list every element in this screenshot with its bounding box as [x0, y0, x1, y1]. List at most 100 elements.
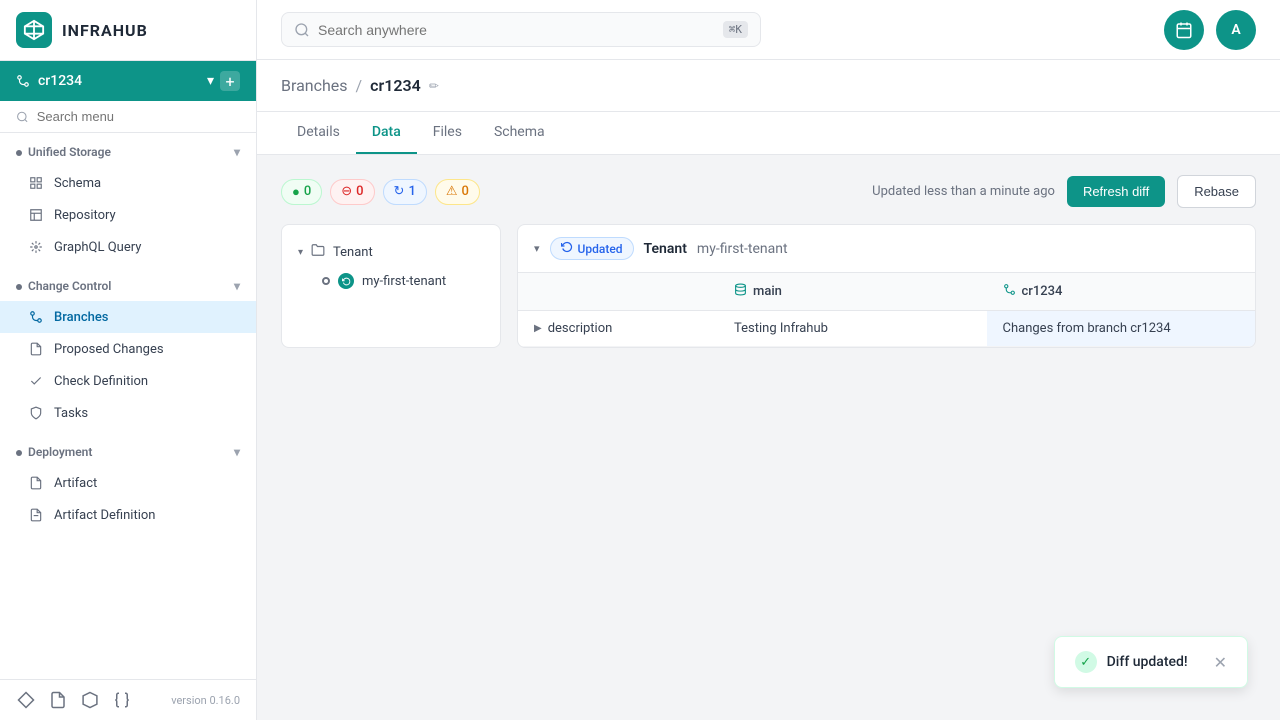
diff-table: main cr1234 ▶	[518, 273, 1255, 347]
cell-main-description: Testing Infrahub	[718, 311, 987, 346]
section-change-control: Change Control ▾ Branches Proposed Chang…	[0, 267, 256, 433]
hexagon-icon[interactable]	[80, 690, 100, 710]
section-header-unified-storage: Unified Storage ▾	[0, 137, 256, 167]
sidebar-item-artifact[interactable]: Artifact	[0, 467, 256, 499]
breadcrumb-edit-icon[interactable]: ✏	[429, 79, 439, 93]
branch-selector[interactable]: cr1234 ▾ +	[0, 61, 256, 101]
sidebar-footer-icons	[16, 690, 132, 710]
folder-icon	[311, 243, 325, 261]
sidebar-item-branches[interactable]: Branches	[0, 301, 256, 333]
diamond-icon[interactable]	[16, 690, 36, 710]
added-icon: ●	[292, 184, 300, 200]
badge-conflict: ⚠ 0	[435, 179, 480, 205]
search-menu-input[interactable]	[37, 109, 240, 124]
branches-icon	[28, 309, 44, 325]
tabs: Details Data Files Schema	[257, 112, 1280, 155]
branch-value: Changes from branch cr1234	[1003, 321, 1171, 336]
proposed-icon	[28, 341, 44, 357]
field-label: description	[548, 321, 613, 336]
navbar-search-input[interactable]	[318, 22, 715, 38]
diff-panels: ▾ Tenant my-first-tenant	[281, 224, 1256, 348]
schema-icon	[28, 175, 44, 191]
sidebar-item-tasks[interactable]: Tasks	[0, 397, 256, 429]
col-main: main	[718, 273, 987, 310]
sidebar-footer: version 0.16.0	[0, 679, 256, 720]
diff-actions: Updated less than a minute ago Refresh d…	[872, 175, 1256, 208]
section-unified-storage: Unified Storage ▾ Schema Repository Gra	[0, 133, 256, 267]
badge-updated: ↻ 1	[383, 179, 427, 205]
updated-count: 1	[408, 184, 415, 199]
tab-data[interactable]: Data	[356, 112, 417, 154]
sidebar-item-repository[interactable]: Repository	[0, 199, 256, 231]
toast-close-button[interactable]: ✕	[1214, 653, 1227, 672]
tab-details[interactable]: Details	[281, 112, 356, 154]
section-collapse-change[interactable]: ▾	[234, 279, 240, 293]
diff-status-label: Updated	[578, 242, 623, 256]
section-collapse-deployment[interactable]: ▾	[234, 445, 240, 459]
diff-status-badge: Updated	[550, 237, 634, 260]
cell-field-description: ▶ description	[518, 311, 718, 346]
artifact-def-icon	[28, 507, 44, 523]
navbar-search-bar[interactable]: ⌘K	[281, 12, 761, 47]
check-icon	[28, 373, 44, 389]
diff-detail-panel: ▾ Updated Tenant my-first-tenant	[517, 224, 1256, 348]
rebase-button[interactable]: Rebase	[1177, 175, 1256, 208]
navbar-search-icon	[294, 22, 310, 38]
main-content: ⌘K A Branches / cr1234 ✏ Details Data Fi…	[257, 0, 1280, 720]
user-avatar[interactable]: A	[1216, 10, 1256, 50]
badge-added: ● 0	[281, 179, 322, 205]
logo-icon	[16, 12, 52, 48]
badge-removed: ⊖ 0	[330, 179, 374, 205]
main-value: Testing Infrahub	[734, 321, 828, 336]
removed-icon: ⊖	[341, 184, 352, 199]
braces-icon[interactable]	[112, 690, 132, 710]
version-text: version 0.16.0	[171, 694, 240, 707]
breadcrumb: Branches / cr1234 ✏	[281, 76, 439, 95]
tree-item-tenant[interactable]: ▾ Tenant	[294, 237, 488, 267]
artifact-icon	[28, 475, 44, 491]
calendar-button[interactable]	[1164, 10, 1204, 50]
diff-status-text: Updated less than a minute ago	[872, 184, 1055, 199]
graphql-icon	[28, 239, 44, 255]
tree-tenant-label: Tenant	[333, 245, 373, 260]
removed-count: 0	[356, 184, 363, 199]
sidebar-item-schema[interactable]: Schema	[0, 167, 256, 199]
branch-actions: ▾ +	[207, 71, 240, 91]
logo-text: INFRAHUB	[62, 21, 148, 40]
tree-item-my-first-tenant[interactable]: my-first-tenant	[318, 267, 488, 295]
detail-expand-icon[interactable]: ▾	[534, 242, 540, 255]
diff-status-icon	[561, 241, 573, 256]
sidebar-item-proposed-changes[interactable]: Proposed Changes	[0, 333, 256, 365]
tasks-icon	[28, 405, 44, 421]
toast-check-icon: ✓	[1075, 651, 1097, 673]
breadcrumb-parent[interactable]: Branches	[281, 76, 348, 95]
toast-notification: ✓ Diff updated! ✕	[1054, 636, 1248, 688]
page-header: Branches / cr1234 ✏	[257, 60, 1280, 112]
branch-add[interactable]: +	[220, 71, 240, 91]
toast-message: Diff updated!	[1107, 654, 1188, 670]
navbar-actions: A	[1164, 10, 1256, 50]
sidebar-item-check-definition[interactable]: Check Definition	[0, 365, 256, 397]
document-icon[interactable]	[48, 690, 68, 710]
tree-updated-icon	[338, 273, 354, 289]
cell-branch-description: Changes from branch cr1234	[987, 311, 1256, 346]
updated-icon: ↻	[394, 184, 405, 199]
col-main-icon	[734, 283, 747, 300]
diff-table-headers: main cr1234	[518, 273, 1255, 311]
diff-badges: ● 0 ⊖ 0 ↻ 1 ⚠ 0	[281, 179, 480, 205]
section-header-change-control: Change Control ▾	[0, 271, 256, 301]
section-collapse-unified[interactable]: ▾	[234, 145, 240, 159]
sidebar-search[interactable]	[0, 101, 256, 133]
breadcrumb-current: cr1234	[370, 76, 421, 95]
tab-schema[interactable]: Schema	[478, 112, 561, 154]
sidebar-item-graphql[interactable]: GraphQL Query	[0, 231, 256, 263]
branch-chevron[interactable]: ▾	[207, 73, 214, 89]
tab-files[interactable]: Files	[417, 112, 478, 154]
sidebar: INFRAHUB cr1234 ▾ + Unified Storage ▾	[0, 0, 257, 720]
refresh-diff-button[interactable]: Refresh diff	[1067, 176, 1165, 207]
sidebar-item-artifact-definition[interactable]: Artifact Definition	[0, 499, 256, 531]
diff-table-row-description: ▶ description Testing Infrahub Changes f…	[518, 311, 1255, 347]
section-deployment: Deployment ▾ Artifact Artifact Definitio…	[0, 433, 256, 535]
row-expand-icon[interactable]: ▶	[534, 323, 542, 334]
breadcrumb-separator: /	[356, 76, 363, 95]
